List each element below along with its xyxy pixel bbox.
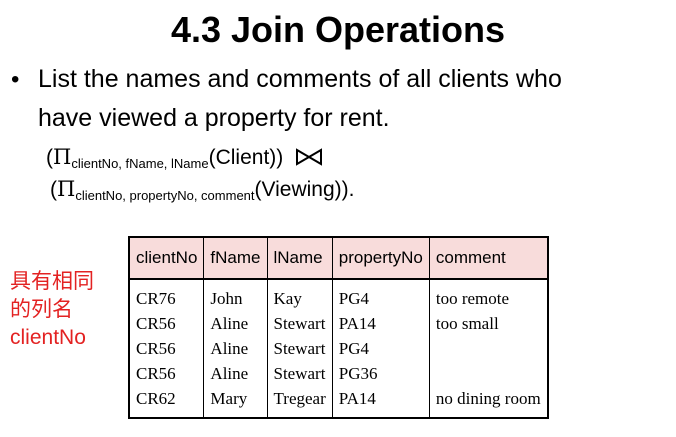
column-header-propertyno: propertyNo [331,237,430,280]
table-cell: PG36 [331,361,430,386]
projection-expression-viewing: (ΠclientNo, propertyNo, comment(Viewing)… [50,176,355,209]
table-cell: too small [428,311,548,336]
table-cell: Stewart [266,311,333,336]
table-cell: Mary [203,386,267,418]
expr-open-paren: ( [46,146,53,169]
projection-symbol: Π [53,145,72,169]
column-header-fname: fName [203,237,267,280]
projection-expression-client: (ΠclientNo, fName, lName(Client)) [46,144,323,177]
table-cell [428,336,548,361]
projection-attributes: clientNo, propertyNo, comment [75,188,255,203]
table-cell: CR62 [136,388,176,408]
table-cell: Tregear [266,386,333,418]
table-cell: too remote [428,279,548,311]
table-row: CR56 Aline Stewart PG36 [129,361,548,386]
projection-symbol: Π [57,177,76,201]
table-row: CR62 Mary Tregear PA14 no dining room [129,386,548,418]
table-cell: PG4 [331,279,430,311]
natural-join-icon [296,148,323,166]
table-row: CR56 Aline Stewart PA14 too small [129,311,548,336]
table-cell: Aline [203,311,267,336]
projection-attributes: clientNo, fName, lName [71,156,209,171]
table-cell: CR56 [136,338,176,358]
table-cell: no dining room [428,386,548,418]
table-cell: Kay [266,279,333,311]
table-cell: Aline [203,336,267,361]
expr-relation: (Client)) [208,146,284,169]
table-cell: PG4 [331,336,430,361]
annotation-line: 具有相同 [10,270,94,293]
table-row: CR56 Aline Stewart PG4 [129,336,548,361]
expr-open-paren: ( [50,178,57,201]
column-header-lname: lName [266,237,333,280]
result-table: clientNo fName lName propertyNo comment … [128,236,549,419]
column-header-clientno: clientNo [129,237,204,280]
table-cell: CR56 [136,313,176,333]
table-row: CR76 John Kay PG4 too remote [129,279,548,311]
table-cell: John [203,279,267,311]
table-cell: Stewart [266,336,333,361]
table-cell: PA14 [331,386,430,418]
table-header-row: clientNo fName lName propertyNo comment [129,237,548,280]
column-header-comment: comment [428,237,548,280]
table-cell: PA14 [331,311,430,336]
annotation-line: clientNo [10,326,86,349]
table-cell: CR56 [136,363,176,383]
bullet-point-icon: • [11,66,20,93]
bullet-text-line-1: List the names and comments of all clien… [38,65,562,93]
table-cell: CR76 [136,288,176,308]
table-cell: Stewart [266,361,333,386]
table-cell [428,361,548,386]
bullet-text-line-2: have viewed a property for rent. [38,104,390,132]
expr-relation: (Viewing)). [254,178,355,201]
table-cell: Aline [203,361,267,386]
annotation-line: 的列名 [10,298,73,321]
annotation-note: 具有相同 的列名 clientNo [10,268,94,352]
slide-title: 4.3 Join Operations [170,9,506,50]
